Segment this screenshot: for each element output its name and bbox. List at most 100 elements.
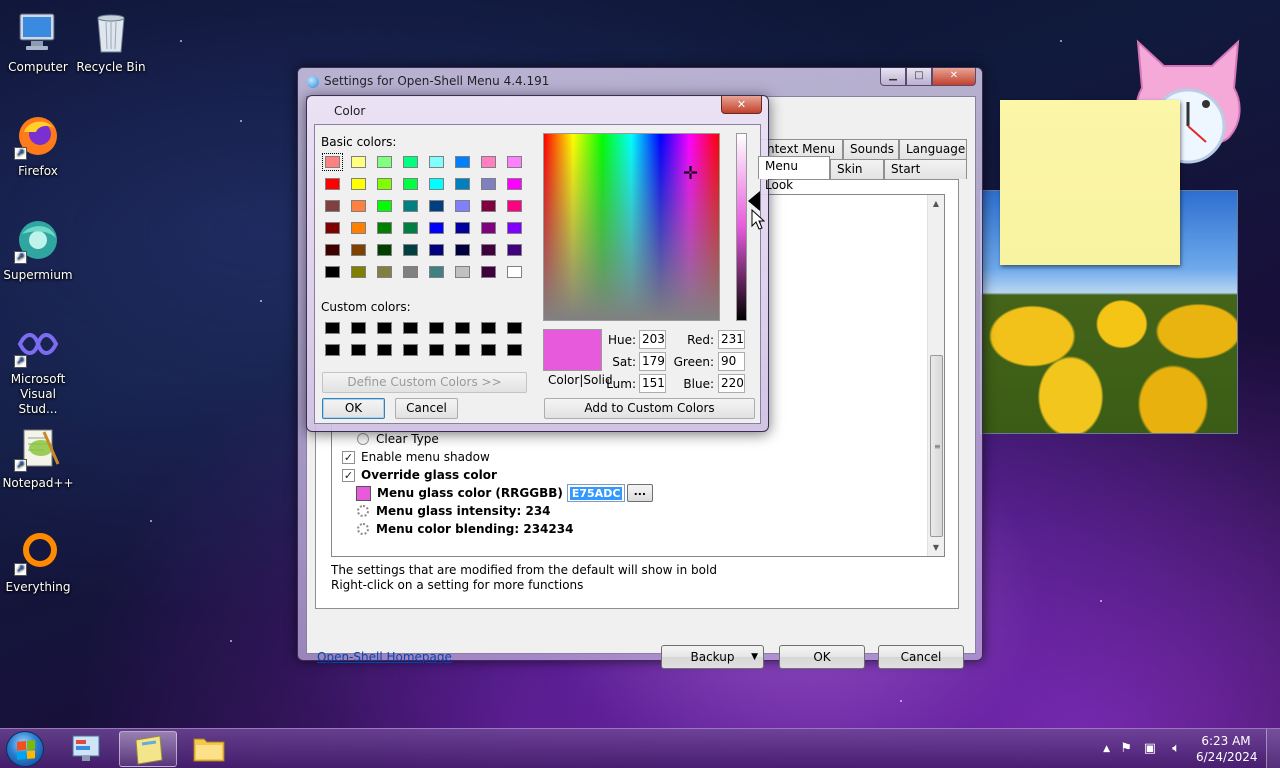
custom-color-swatch[interactable] [507,322,522,334]
basic-color-swatch[interactable] [403,244,418,256]
basic-color-swatch[interactable] [325,266,340,278]
taskbar-control-panel[interactable] [58,731,116,767]
basic-color-swatch[interactable] [351,200,366,212]
desktop-icon-notepad-plus-plus[interactable]: ↗ Notepad++ [0,424,76,491]
basic-color-swatch[interactable] [351,266,366,278]
tab-skin[interactable]: Skin [830,159,884,179]
basic-color-swatch[interactable] [507,156,522,168]
blue-input[interactable]: 220 [718,374,745,393]
basic-color-swatch[interactable] [507,200,522,212]
hue-input[interactable]: 203 [639,330,666,349]
basic-color-swatch[interactable] [481,200,496,212]
custom-color-swatch[interactable] [351,322,366,334]
setting-enable-menu-shadow[interactable]: ✓ Enable menu shadow [342,448,490,466]
checkbox-checked[interactable]: ✓ [342,468,355,482]
red-input[interactable]: 231 [718,330,745,349]
show-desktop-button[interactable] [1266,729,1280,768]
taskbar-open-shell-settings[interactable] [119,731,177,767]
basic-color-swatch[interactable] [403,222,418,234]
basic-color-swatch[interactable] [481,156,496,168]
basic-color-swatch[interactable] [322,153,343,171]
desktop-icon-recycle-bin[interactable]: Recycle Bin [73,8,149,75]
basic-color-swatch[interactable] [377,244,392,256]
backup-button[interactable]: Backup ▼ [661,645,764,669]
tab-start-button[interactable]: Start Button [884,159,967,195]
desktop-icon-visual-studio[interactable]: ↗ Microsoft Visual Stud... [0,320,76,417]
basic-color-swatch[interactable] [455,156,470,168]
basic-color-swatch[interactable] [377,156,392,168]
basic-color-swatch[interactable] [455,200,470,212]
basic-color-swatch[interactable] [507,244,522,256]
green-input[interactable]: 90 [718,352,745,371]
custom-color-swatch[interactable] [351,344,366,356]
start-button[interactable] [6,731,44,767]
custom-color-swatch[interactable] [455,322,470,334]
custom-color-swatch[interactable] [429,344,444,356]
sat-input[interactable]: 179 [639,352,666,371]
desktop-icon-computer[interactable]: Computer [0,8,76,75]
custom-color-swatch[interactable] [377,322,392,334]
tab-sounds[interactable]: Sounds [843,139,899,159]
minimize-button[interactable]: ▁ [880,68,906,86]
checkbox-checked[interactable]: ✓ [342,450,355,464]
desktop-icon-everything[interactable]: ↗ Everything [0,528,76,595]
luminosity-slider[interactable] [736,133,747,321]
basic-color-swatch[interactable] [507,222,522,234]
basic-color-swatch[interactable] [429,244,444,256]
settings-scrollbar[interactable]: ▲ ≡ ▼ [927,195,944,556]
custom-color-swatch[interactable] [403,322,418,334]
action-center-flag-icon[interactable]: ⚑ [1120,741,1132,756]
cancel-button[interactable]: Cancel [878,645,964,669]
basic-color-swatch[interactable] [481,222,496,234]
basic-color-swatch[interactable] [377,222,392,234]
browse-color-button[interactable]: ... [626,484,653,502]
color-spectrum[interactable] [543,133,720,321]
basic-color-swatch[interactable] [325,222,340,234]
basic-color-swatch[interactable] [325,178,340,190]
taskbar-file-explorer[interactable] [180,731,238,767]
scrollbar-thumb[interactable]: ≡ [930,355,943,537]
basic-color-swatch[interactable] [403,178,418,190]
basic-color-swatch[interactable] [351,178,366,190]
luminosity-arrow-icon[interactable] [748,191,760,211]
basic-color-swatch[interactable] [429,266,444,278]
basic-color-swatch[interactable] [507,178,522,190]
custom-color-swatch[interactable] [455,344,470,356]
basic-color-swatch[interactable] [325,200,340,212]
basic-color-swatch[interactable] [481,244,496,256]
setting-menu-glass-color[interactable]: Menu glass color (RRGGBB) E75ADC ... [342,484,653,502]
system-clock[interactable]: 6:23 AM 6/24/2024 [1196,733,1258,765]
define-custom-colors-button[interactable]: Define Custom Colors >> [322,372,527,393]
glass-color-hex-input[interactable]: E75ADC [566,484,625,502]
custom-color-swatch[interactable] [507,344,522,356]
scroll-down-arrow-icon[interactable]: ▼ [928,539,944,556]
custom-color-swatch[interactable] [429,322,444,334]
dialog-ok-button[interactable]: OK [322,398,385,419]
custom-color-swatch[interactable] [403,344,418,356]
basic-color-swatch[interactable] [455,266,470,278]
basic-color-swatch[interactable] [481,266,496,278]
tab-language[interactable]: Language [899,139,967,159]
setting-clear-type[interactable]: Clear Type [342,430,439,448]
basic-color-swatch[interactable] [429,200,444,212]
basic-color-swatch[interactable] [429,156,444,168]
show-hidden-icons-chevron-icon[interactable]: ▲ [1103,744,1110,754]
setting-override-glass-color[interactable]: ✓ Override glass color [342,466,497,484]
dialog-close-button[interactable]: ✕ [721,96,762,114]
custom-color-swatch[interactable] [325,344,340,356]
desktop-icon-firefox[interactable]: ↗ Firefox [0,112,76,179]
scroll-up-arrow-icon[interactable]: ▲ [928,195,944,212]
basic-color-swatch[interactable] [351,244,366,256]
basic-color-swatch[interactable] [455,178,470,190]
maximize-button[interactable]: □ [906,68,932,86]
basic-color-swatch[interactable] [325,244,340,256]
basic-color-swatch[interactable] [377,266,392,278]
volume-muted-icon[interactable]: 🔈︎ [1172,741,1180,756]
basic-color-swatch[interactable] [351,156,366,168]
basic-color-swatch[interactable] [403,156,418,168]
setting-menu-glass-intensity[interactable]: Menu glass intensity: 234 [342,502,551,520]
sticky-note[interactable] [1000,100,1180,265]
basic-color-swatch[interactable] [351,222,366,234]
basic-color-swatch[interactable] [429,178,444,190]
basic-color-swatch[interactable] [455,222,470,234]
